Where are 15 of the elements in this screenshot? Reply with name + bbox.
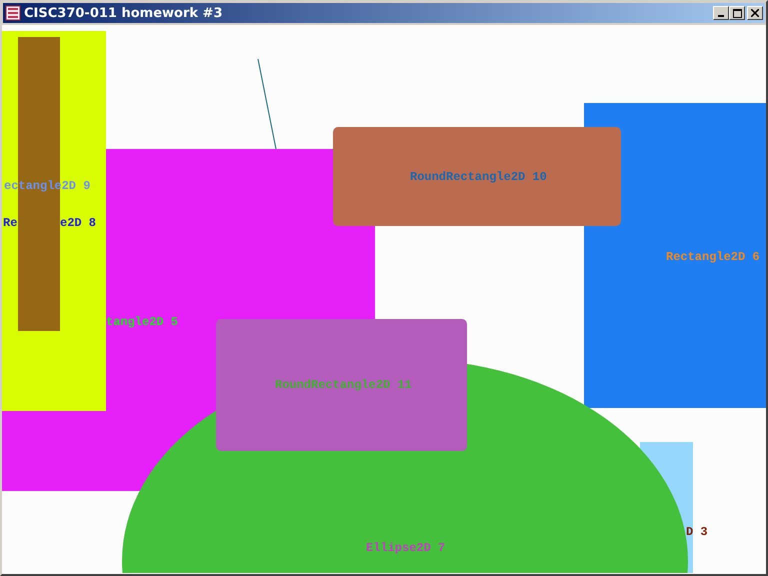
- close-button[interactable]: [747, 6, 763, 20]
- shape-label: RoundRectangle2D 10: [410, 170, 547, 184]
- window-title: CISC370-011 homework #3: [24, 6, 224, 20]
- shape-label: Rectangle2D 6: [666, 250, 760, 264]
- shape-label: Re: [3, 216, 18, 230]
- shape-label: RoundRectangle2D 11: [275, 378, 412, 392]
- shape-label: Ellipse2D 7: [366, 541, 446, 555]
- shape-label: D 3: [686, 525, 708, 539]
- close-icon: [751, 9, 759, 17]
- maximize-button[interactable]: [729, 6, 745, 20]
- shape-label: e2D 8: [60, 216, 96, 230]
- maximize-icon: [732, 8, 742, 18]
- app-icon: [5, 5, 21, 21]
- shape-label: tangle2D 5: [106, 315, 178, 329]
- minimize-button[interactable]: [713, 6, 729, 20]
